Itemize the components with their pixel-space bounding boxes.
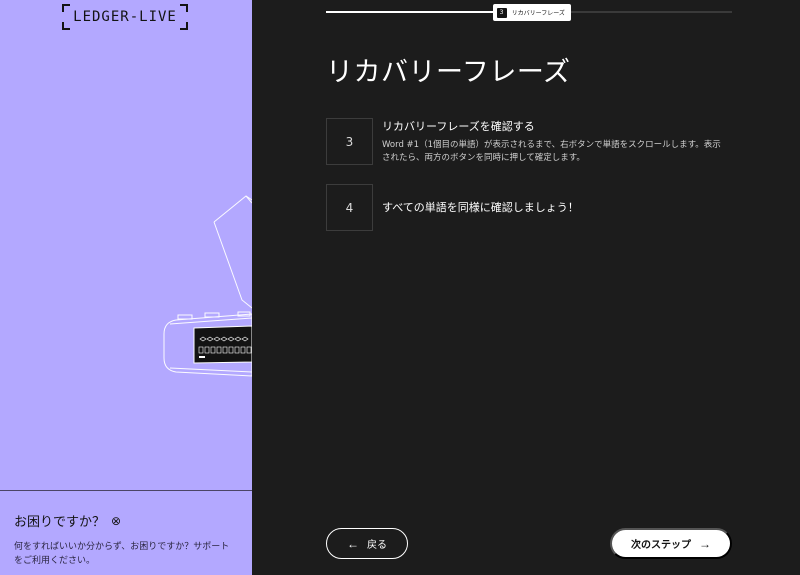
progress-fill <box>326 11 501 13</box>
next-step-button[interactable]: 次のステップ → <box>610 528 732 559</box>
back-button[interactable]: ← 戻る <box>326 528 408 559</box>
help-description: 何をすればいいか分からず、お困りですか？サポートをご利用ください。 <box>14 542 230 566</box>
question-circle-icon: ⊗ <box>111 513 122 528</box>
progress-stepper: 3 リカバリーフレーズ <box>326 0 732 24</box>
current-step-number: 3 <box>496 7 507 18</box>
help-section: お困りですか？ ⊗ 何をすればいいか分からず、お困りですか？サポートをご利用くだ… <box>0 490 252 575</box>
help-title[interactable]: お困りですか？ ⊗ <box>14 511 238 531</box>
step-title: リカバリーフレーズを確認する <box>382 120 535 133</box>
main-panel: 3 リカバリーフレーズ リカバリーフレーズ 3 リカバリーフレーズを確認する W… <box>252 0 800 575</box>
step-number-box: 3 <box>326 118 373 165</box>
arrow-right-icon: → <box>699 536 711 551</box>
arrow-left-icon: ← <box>347 536 359 551</box>
step-item: 4 すべての単語を同様に確認しましょう！ <box>326 184 726 231</box>
left-panel: LEDGER-LIVE お困りですか？ ⊗ 何をすればいいか分からず、お困りです… <box>0 0 252 575</box>
ledger-device-illustration <box>163 195 252 377</box>
current-step-pill: 3 リカバリーフレーズ <box>492 4 571 21</box>
current-step-label: リカバリーフレーズ <box>511 10 565 17</box>
step-description: Word #1（1個目の単語）が表示されるまで、右ボタンで単語をスクロールします… <box>382 140 721 163</box>
step-title: すべての単語を同様に確認しましょう！ <box>382 200 579 214</box>
page-title: リカバリーフレーズ <box>326 57 571 88</box>
step-number-box: 4 <box>326 184 373 231</box>
step-item: 3 リカバリーフレーズを確認する Word #1（1個目の単語）が表示されるまで… <box>326 118 726 165</box>
